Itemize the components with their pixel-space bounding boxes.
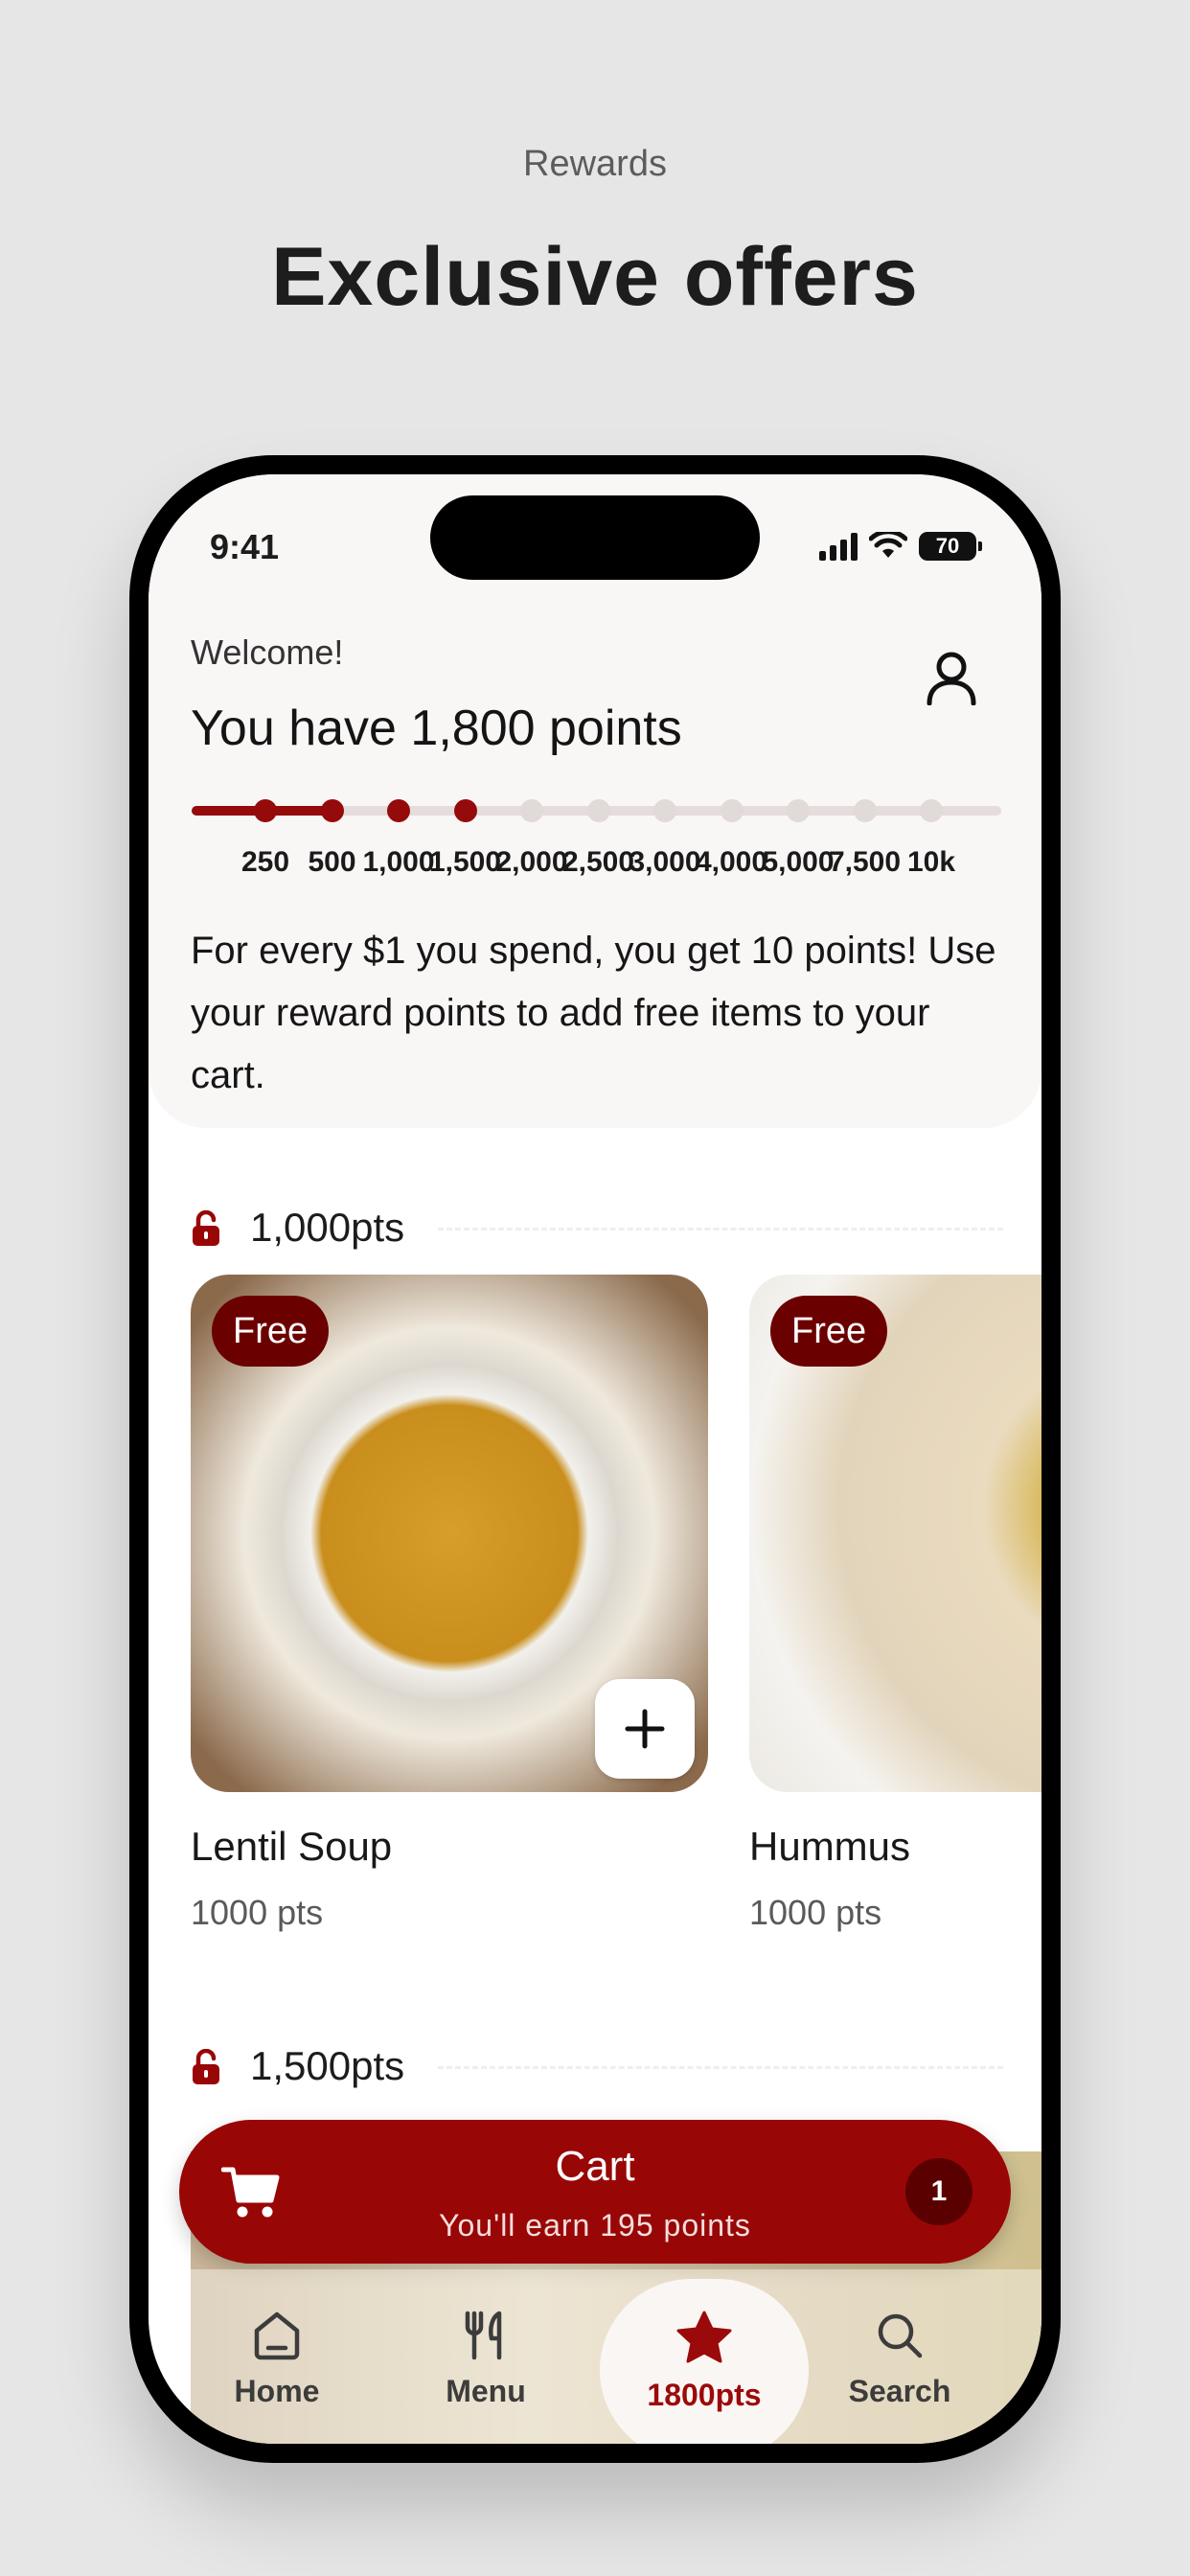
tier-header-1500: 1,500pts — [191, 2037, 1003, 2095]
item-name: Lentil Soup — [191, 1824, 393, 1869]
cart-title: Cart — [555, 2143, 635, 2190]
cart-earn-text: You'll earn 195 points — [439, 2208, 751, 2242]
milestone-dot — [787, 799, 810, 822]
rewards-info: For every $1 you spend, you get 10 point… — [191, 930, 996, 1096]
lentil-soup-image[interactable]: Free — [191, 1275, 708, 1792]
profile-icon[interactable] — [925, 650, 978, 705]
tier-divider — [438, 1228, 1003, 1230]
tab-home[interactable]: Home — [191, 2310, 363, 2409]
utensils-icon — [465, 2311, 502, 2360]
milestone-dot — [520, 799, 543, 822]
search-icon — [878, 2313, 923, 2358]
status-time: 9:41 — [210, 527, 280, 566]
rewards-summary-card: 9:41 70 Welcome! You have 1,800 points 2… — [149, 474, 1041, 1128]
milestone-dot — [720, 799, 744, 822]
item-points: 1000 pts — [191, 1893, 324, 1932]
milestone-dot — [453, 799, 477, 822]
tab-label: Menu — [446, 2374, 526, 2408]
milestone-dot — [254, 799, 277, 822]
tab-label: Home — [234, 2374, 320, 2408]
tab-label: 1800pts — [647, 2378, 762, 2412]
battery-icon: 70 — [919, 532, 982, 561]
add-item-button[interactable] — [595, 1679, 695, 1779]
tier-label: 1,500pts — [250, 2043, 405, 2088]
page-title: Exclusive offers — [271, 231, 919, 323]
lock-open-icon — [193, 2049, 219, 2084]
milestone-dot — [920, 799, 943, 822]
tab-rewards[interactable]: 1800pts — [600, 2279, 809, 2444]
phone-frame: 9:41 70 Welcome! You have 1,800 points 2… — [129, 455, 1061, 2463]
tab-menu[interactable]: Menu — [400, 2310, 572, 2409]
welcome-text: Welcome! — [191, 632, 344, 672]
cart-button[interactable]: Cart You'll earn 195 points 1 — [179, 2120, 1011, 2264]
tab-label: Search — [848, 2374, 951, 2408]
lock-open-icon — [193, 1210, 219, 1246]
milestone-dot — [586, 799, 610, 822]
tab-bar: Home Menu 1800pts Search — [191, 2269, 1041, 2444]
dynamic-island — [430, 495, 760, 580]
milestone-dot — [653, 799, 676, 822]
milestone-dot — [853, 799, 877, 822]
milestone-dot — [320, 799, 344, 822]
item-name: Hummus — [749, 1824, 911, 1869]
tier-header-1000: 1,000pts — [191, 1199, 1003, 1256]
free-badge: Free — [212, 1296, 330, 1367]
wifi-icon — [869, 532, 907, 558]
home-icon — [254, 2312, 300, 2360]
star-icon — [676, 2311, 732, 2363]
milestone-label: 10k — [906, 846, 956, 878]
free-badge: Free — [770, 1296, 888, 1367]
hummus-image[interactable]: Free — [749, 1275, 1041, 1792]
item-points: 1000 pts — [749, 1893, 882, 1932]
tab-search[interactable]: Search — [813, 2310, 986, 2409]
tier-label: 1,000pts — [250, 1205, 405, 1250]
points-balance: You have 1,800 points — [191, 701, 682, 756]
signal-icon — [819, 532, 858, 561]
tier-divider — [438, 2066, 1003, 2069]
app-screen: 9:41 70 Welcome! You have 1,800 points 2… — [149, 474, 1041, 2444]
cart-count-badge: 1 — [905, 2158, 973, 2225]
status-icons: 70 — [819, 530, 982, 563]
milestone-dot — [387, 799, 410, 822]
plus-icon — [625, 1709, 665, 1749]
page-subtitle: Rewards — [523, 144, 667, 184]
